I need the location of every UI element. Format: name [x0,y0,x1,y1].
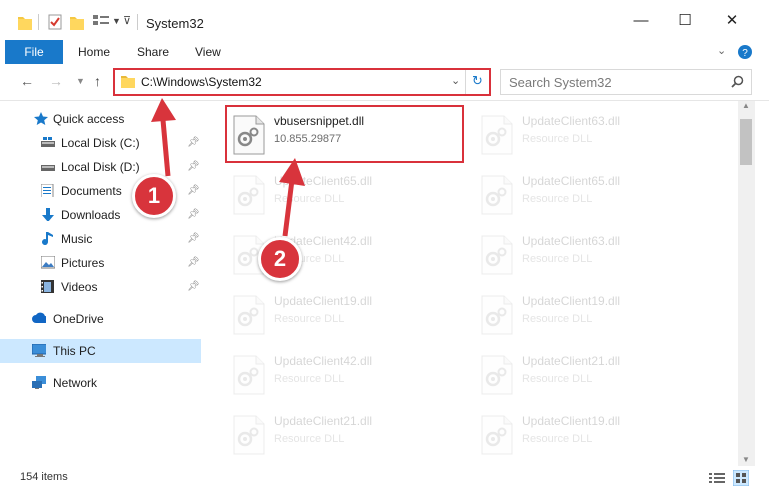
details-view-icon[interactable] [709,472,725,484]
annotation-arrows [151,98,305,237]
status-bar: 154 items [0,466,769,488]
step-2-badge: 2 [258,237,302,281]
large-icons-view-icon[interactable] [733,470,749,486]
step-1-badge: 1 [132,174,176,218]
item-count: 154 items [20,471,68,483]
